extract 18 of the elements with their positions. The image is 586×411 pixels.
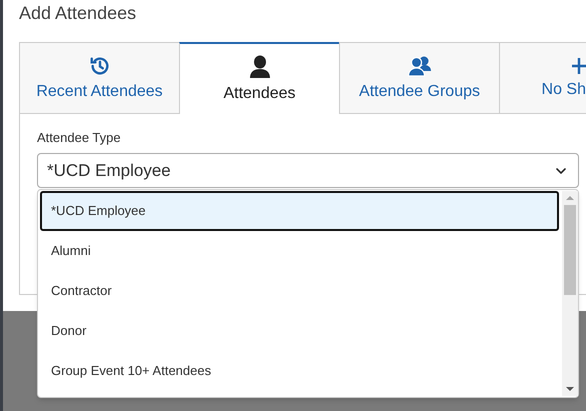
person-icon [248, 55, 270, 79]
tab[interactable]: Attendee Groups [339, 42, 499, 114]
tab[interactable]: No Sh [499, 42, 586, 114]
field-label: Attendee Type [37, 130, 121, 146]
tab[interactable]: Recent Attendees [19, 42, 179, 114]
attendee-type-select[interactable]: *UCD Employee [37, 153, 579, 188]
history-icon [88, 55, 110, 77]
dropdown-option[interactable]: Donor [40, 311, 559, 351]
dropdown-option[interactable]: Alumni [40, 231, 559, 271]
group-icon [408, 55, 432, 77]
dialog-title: Add Attendees [19, 2, 136, 24]
scrollbar[interactable] [562, 191, 578, 396]
dropdown-option[interactable]: Group Event 10+ Attendees [40, 351, 559, 391]
scrollbar-thumb[interactable] [564, 205, 576, 295]
dropdown-option[interactable]: *UCD Employee [40, 191, 559, 231]
tab[interactable]: Attendees [179, 42, 339, 114]
plus-icon [572, 57, 586, 75]
dropdown-option[interactable]: Contractor [40, 271, 559, 311]
